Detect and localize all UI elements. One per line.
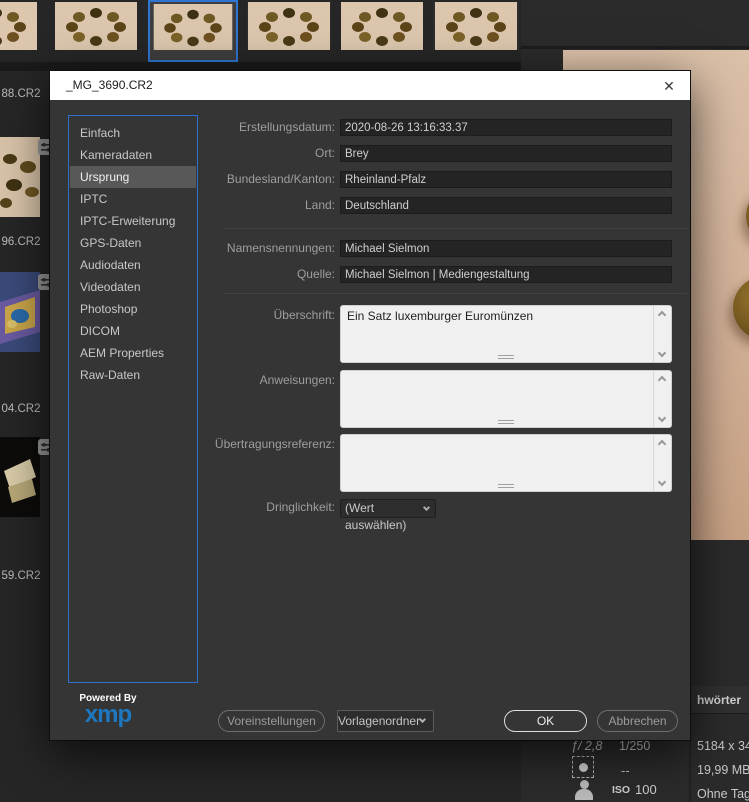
scrollbar[interactable]	[653, 371, 671, 427]
file-name-label: 59.CR2	[1, 570, 41, 582]
coin-photo-thumbnail	[153, 4, 233, 50]
file-size-value: 19,99 MB	[697, 763, 749, 777]
thumbnail-cell[interactable]	[247, 2, 331, 50]
coin-photo-thumbnail	[435, 2, 517, 50]
scroll-down-icon[interactable]	[657, 477, 667, 487]
file-name-label: 04.CR2	[1, 403, 41, 415]
instructions-label: Anweisungen:	[259, 373, 335, 387]
thumbnail-cell[interactable]	[0, 2, 37, 50]
thumbnail-cell[interactable]	[0, 437, 40, 517]
presets-button[interactable]: Voreinstellungen	[218, 710, 325, 732]
coin-graphic	[733, 276, 749, 340]
coin-photo-thumbnail	[0, 137, 40, 217]
tab-stichwoerter-partial[interactable]: hwörter	[697, 693, 741, 707]
metadata-dialog: _MG_3690.CR2 ✕ Einfach Kameradaten Urspr…	[50, 71, 690, 740]
photo-thumbnail	[0, 437, 40, 517]
xmp-logo: Powered By xmp	[72, 693, 144, 728]
thumbnail-cell-selected[interactable]	[148, 0, 238, 62]
thumbnail-cell[interactable]	[0, 272, 40, 352]
urgency-value: (Wert auswählen)	[345, 501, 407, 532]
person-icon	[575, 780, 593, 800]
thumbnail-cell[interactable]	[0, 137, 40, 217]
thumbnail-cell[interactable]	[55, 2, 137, 50]
dialog-title: _MG_3690.CR2	[66, 78, 153, 92]
country-label: Land:	[304, 198, 335, 212]
file-name-label: 88.CR2	[1, 88, 41, 100]
urgency-dropdown[interactable]: (Wert auswählen)	[340, 499, 436, 532]
tags-value: Ohne Tag	[697, 787, 749, 801]
iso-label: ISO	[612, 784, 631, 796]
panel-divider	[521, 46, 749, 49]
sidebar-item-videodaten[interactable]: Videodaten	[70, 276, 196, 298]
coin-photo-thumbnail	[55, 2, 137, 50]
chevron-down-icon	[422, 503, 431, 512]
creation-date-label: Erstellungsdatum:	[238, 120, 335, 134]
template-folder-button[interactable]: Vorlagenordner	[337, 710, 434, 732]
city-input[interactable]	[340, 145, 672, 162]
metering-value: --	[621, 763, 630, 778]
credit-input[interactable]	[340, 240, 672, 257]
file-name-label: 96.CR2	[1, 236, 41, 248]
headline-label: Überschrift:	[273, 308, 335, 322]
metering-mode-icon	[572, 756, 594, 778]
headline-textarea[interactable]: Ein Satz luxemburger Euromünzen	[340, 305, 672, 363]
scroll-up-icon[interactable]	[657, 375, 667, 385]
app-window: 88.CR2 96.CR2 04.CR2 59.CR2 hwörter ƒ/ 2…	[0, 0, 749, 802]
grid-row-gap	[0, 62, 521, 71]
scroll-up-icon[interactable]	[657, 439, 667, 449]
sidebar-item-raw-daten[interactable]: Raw-Daten	[70, 364, 196, 386]
resize-grip[interactable]	[498, 482, 514, 488]
sidebar-item-kameradaten[interactable]: Kameradaten	[70, 144, 196, 166]
sidebar-item-iptc[interactable]: IPTC	[70, 188, 196, 210]
country-input[interactable]	[340, 197, 672, 214]
source-label: Quelle:	[296, 267, 335, 281]
scroll-down-icon[interactable]	[657, 413, 667, 423]
transmission-ref-label: Übertragungsreferenz:	[214, 437, 335, 451]
headline-text: Ein Satz luxemburger Euromünzen	[347, 309, 534, 323]
ok-button[interactable]: OK	[504, 710, 587, 732]
sidebar-item-photoshop[interactable]: Photoshop	[70, 298, 196, 320]
sidebar-item-iptc-erweiterung[interactable]: IPTC-Erweiterung	[70, 210, 196, 232]
scroll-up-icon[interactable]	[657, 310, 667, 320]
sidebar-item-audiodaten[interactable]: Audiodaten	[70, 254, 196, 276]
city-label: Ort:	[315, 146, 335, 160]
instructions-textarea[interactable]	[340, 370, 672, 428]
state-label: Bundesland/Kanton:	[226, 172, 335, 186]
iso-value: 100	[635, 782, 657, 797]
photo-thumbnail	[0, 272, 40, 352]
transmission-ref-textarea[interactable]	[340, 434, 672, 492]
metadata-category-list: Einfach Kameradaten Ursprung IPTC IPTC-E…	[68, 115, 198, 683]
urgency-label: Dringlichkeit:	[266, 500, 335, 514]
source-input[interactable]	[340, 266, 672, 283]
template-folder-label: Vorlagenordner	[338, 714, 421, 728]
cancel-button[interactable]: Abbrechen	[597, 710, 678, 732]
thumbnail-cell[interactable]	[433, 2, 519, 50]
sidebar-item-gps-daten[interactable]: GPS-Daten	[70, 232, 196, 254]
credit-label: Namensnennungen:	[226, 241, 335, 255]
sidebar-item-ursprung[interactable]: Ursprung	[70, 166, 196, 188]
coin-photo-thumbnail	[341, 2, 423, 50]
sidebar-item-dicom[interactable]: DICOM	[70, 320, 196, 342]
dimensions-value: 5184 x 34	[697, 739, 749, 753]
sidebar-item-aem-properties[interactable]: AEM Properties	[70, 342, 196, 364]
section-divider	[223, 228, 687, 229]
creation-date-input[interactable]	[340, 119, 672, 136]
coin-photo-thumbnail	[248, 2, 330, 50]
section-divider	[223, 293, 687, 294]
xmp-logo-text: xmp	[84, 701, 132, 728]
shutter-speed-value: 1/250	[619, 739, 651, 753]
sidebar-item-einfach[interactable]: Einfach	[70, 122, 196, 144]
scrollbar[interactable]	[653, 435, 671, 491]
scroll-down-icon[interactable]	[657, 348, 667, 358]
state-input[interactable]	[340, 171, 672, 188]
close-icon[interactable]: ✕	[658, 75, 680, 97]
resize-grip[interactable]	[498, 353, 514, 359]
coin-photo-thumbnail	[0, 2, 37, 50]
thumbnail-cell[interactable]	[341, 2, 423, 50]
dialog-titlebar: _MG_3690.CR2 ✕	[50, 71, 690, 100]
scrollbar[interactable]	[653, 306, 671, 362]
resize-grip[interactable]	[498, 418, 514, 424]
aperture-value: ƒ/ 2,8	[571, 739, 603, 753]
